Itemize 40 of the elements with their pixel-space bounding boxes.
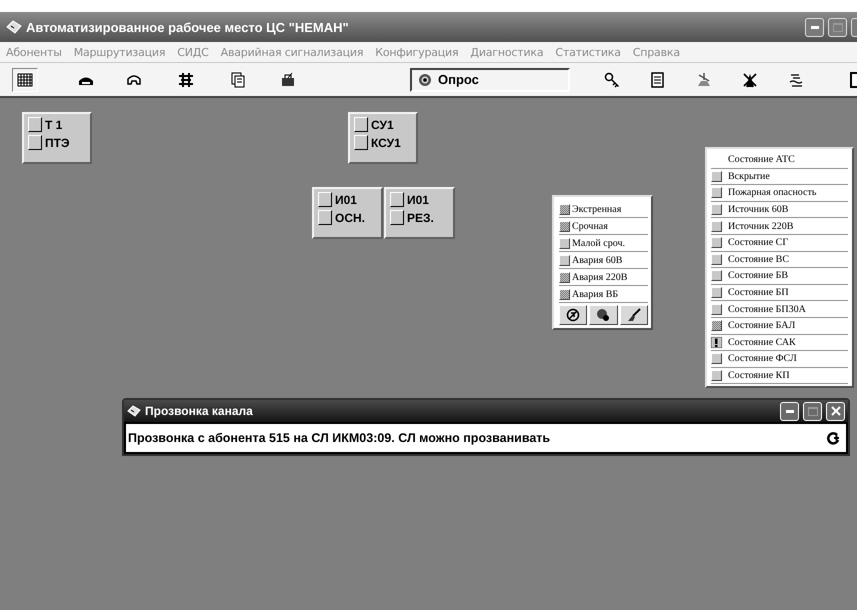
station-label: КСУ1 — [371, 136, 401, 150]
status-label: Состояние БАЛ — [728, 320, 796, 332]
menu-item[interactable]: Справка — [632, 46, 680, 58]
station-label: И01 — [335, 192, 357, 206]
dialog-title: Прозвонка канала — [145, 404, 254, 418]
menu-item[interactable]: Статистика — [555, 46, 621, 58]
poll-field[interactable]: Опрос — [410, 68, 570, 92]
alarm-label: Авария 220В — [572, 272, 628, 282]
status-label: Состояние БП — [728, 287, 789, 298]
status-label: Пожарная опасность — [728, 187, 816, 198]
status-label: Состояние БП30А — [728, 304, 806, 315]
menu-item[interactable]: Аварийная сигнализация — [220, 46, 364, 58]
station-label: И01 — [407, 192, 429, 206]
menu-item[interactable]: СИДС — [177, 46, 209, 58]
status-label: Состояние АТС — [728, 154, 795, 166]
status-label: Источник 220В — [728, 220, 794, 232]
alarm-label: Малой сроч. — [572, 238, 625, 248]
menu-item[interactable]: Конфигурация — [375, 46, 458, 58]
menu-item[interactable]: Маршрутизация — [74, 46, 166, 58]
menu-item[interactable]: Диагностика — [470, 46, 544, 58]
station-label: Т 1 — [45, 118, 62, 132]
alarm-label: Экстренная — [572, 204, 622, 214]
alarm-label: Авария 60В — [572, 254, 622, 266]
menu-item[interactable]: Абоненты — [6, 46, 62, 58]
window-title: Автоматизированное рабочее место ЦС "НЕМАН" — [26, 20, 350, 34]
station-label: ПТЭ — [45, 136, 70, 150]
status-label: Состояние САК — [728, 336, 796, 348]
status-label: Состояние КП — [728, 370, 790, 382]
alarm-label: Авария ВБ — [572, 288, 618, 300]
status-label: Источник 60В — [728, 204, 788, 216]
status-label: Состояние БВ — [728, 270, 788, 282]
status-label: Состояние ФСЛ — [728, 353, 797, 364]
dialog-message: Прозвонка с абонента 515 на СЛ ИКМ03:09. СЛ можно прозванивать — [128, 431, 552, 445]
station-label: ОСН. — [335, 210, 365, 224]
status-label: Состояние ВС — [728, 254, 789, 265]
station-label: СУ1 — [371, 118, 394, 132]
status-label: Состояние СГ — [728, 237, 788, 248]
station-label: РЕЗ. — [407, 210, 434, 224]
alarm-label: Срочная — [572, 220, 608, 232]
status-label: Вскрытие — [728, 170, 770, 182]
